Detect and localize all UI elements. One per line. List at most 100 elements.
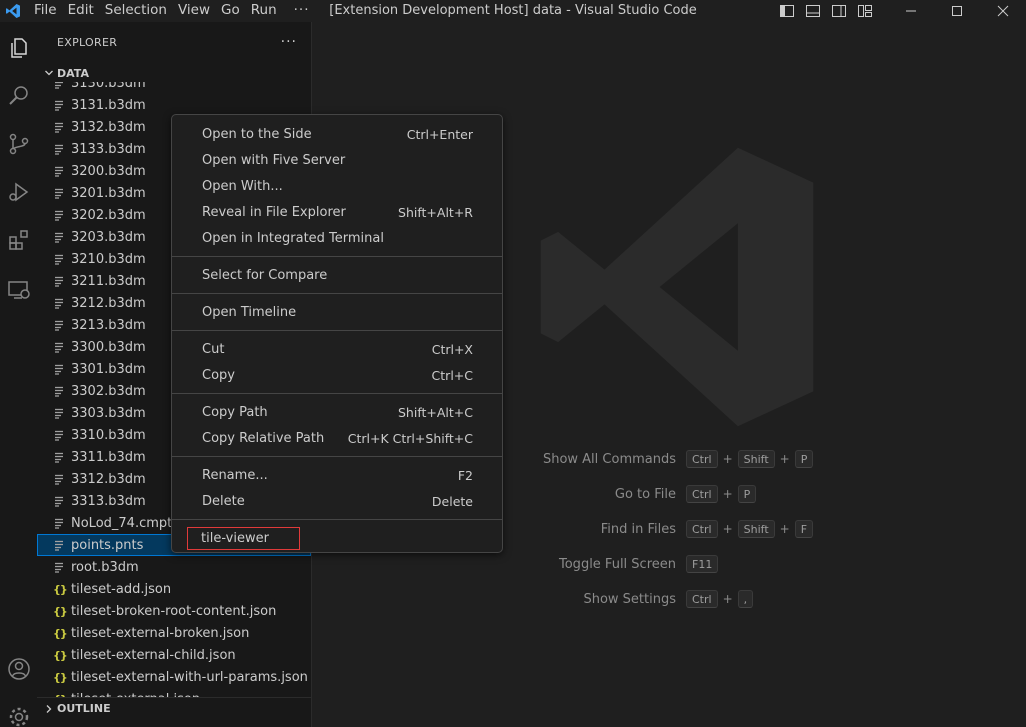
file-icon [53,297,71,309]
file-name: 3210.b3dm [71,251,146,267]
file-icon [53,561,71,573]
manage-gear-icon[interactable] [0,697,37,727]
file-tree-item[interactable]: {} tileset-add.json [37,578,311,600]
file-name: points.pnts [71,537,144,553]
file-name: 3130.b3dm [71,82,146,91]
keycap: , [737,590,754,608]
context-menu: Open to the Side Ctrl+Enter Open with Five… [171,114,503,553]
more-actions-icon[interactable]: ··· [281,34,297,50]
menu-item-label: Select for Compare [202,267,328,283]
outline-section-header[interactable]: OUTLINE [37,697,311,719]
menu-separator [172,393,502,394]
menu-view[interactable]: View [174,0,214,22]
menu-item-label: Rename... [202,467,268,483]
menu-run[interactable]: Run [247,0,281,22]
remote-explorer-icon[interactable] [0,270,37,310]
shortcut-hint-show-settings: Show Settings Ctrl +, [312,588,1026,612]
menu-item-open-with-five-server[interactable]: Open with Five Server [172,147,502,173]
key-plus: + [779,522,790,536]
source-control-icon[interactable] [0,124,37,164]
shortcut-label: Find in Files [600,522,676,537]
key-plus: + [722,487,733,501]
menu-item-label: Copy [202,367,235,383]
menu-item-cut[interactable]: Cut Ctrl+X [172,336,502,362]
menu-item-label: Open in Integrated Terminal [202,230,384,246]
menu-selection[interactable]: Selection [101,0,171,22]
search-icon[interactable] [0,76,37,116]
file-name: 3201.b3dm [71,185,146,201]
menu-item-select-for-compare[interactable]: Select for Compare [172,262,502,288]
menu-item-delete[interactable]: Delete Delete [172,488,502,514]
file-icon [53,451,71,463]
toggle-secondary-sidebar-icon[interactable] [826,0,852,22]
menu-item-label: Open to the Side [202,126,312,142]
menu-item-copy-path[interactable]: Copy Path Shift+Alt+C [172,399,502,425]
menu-file[interactable]: File [30,0,61,22]
accounts-icon[interactable] [0,649,37,689]
folder-section-header[interactable]: DATA [37,62,311,84]
menu-separator [172,519,502,520]
menu-item-open-to-the-side[interactable]: Open to the Side Ctrl+Enter [172,121,502,147]
file-name: 3213.b3dm [71,317,146,333]
menu-more[interactable]: ··· [284,0,320,22]
vscode-watermark-logo-icon [532,142,822,436]
folder-name: DATA [57,66,89,80]
sidebar-header: EXPLORER ··· [37,22,311,62]
shortcut-label: Go to File [614,487,676,502]
maximize-icon[interactable] [934,0,980,22]
file-icon [53,385,71,397]
menu-go[interactable]: Go [217,0,244,22]
file-tree-item[interactable]: 3131.b3dm [37,94,311,116]
file-icon [53,99,71,111]
customize-layout-icon[interactable] [852,0,878,22]
title-bar: File Edit Selection View Go Run ··· [Extension… [0,0,1026,22]
file-name: root.b3dm [71,559,139,575]
menu-item-shortcut: Ctrl+K Ctrl+Shift+C [347,430,473,446]
file-icon [53,429,71,441]
file-name: 3310.b3dm [71,427,146,443]
file-name: tileset-external-broken.json [71,625,250,641]
toggle-primary-sidebar-icon[interactable] [774,0,800,22]
menu-separator [172,456,502,457]
file-tree-item[interactable]: 3130.b3dm [37,82,311,94]
close-icon[interactable] [980,0,1026,22]
file-tree-item[interactable]: root.b3dm [37,556,311,578]
minimize-icon[interactable] [888,0,934,22]
file-name: 3211.b3dm [71,273,146,289]
extensions-icon[interactable] [0,220,37,260]
run-debug-icon[interactable] [0,172,37,212]
key-plus: + [722,592,733,606]
menu-item-rename[interactable]: Rename... F2 [172,462,502,488]
file-tree-item[interactable]: {} tileset-external-with-url-params.json [37,666,311,688]
menu-edit[interactable]: Edit [64,0,98,22]
file-tree-item[interactable]: {} tileset-external-broken.json [37,622,311,644]
menu-item-open-with[interactable]: Open With... [172,173,502,199]
file-name: 3301.b3dm [71,361,146,377]
menu-item-label: Open with Five Server [202,152,346,168]
menu-item-copy[interactable]: Copy Ctrl+C [172,362,502,388]
file-icon [53,275,71,287]
keycap: Ctrl [686,520,718,538]
file-icon [53,539,71,551]
menu-item-shortcut: Ctrl+X [431,341,473,357]
json-file-icon: {} [53,626,68,640]
keycap: P [794,450,814,468]
menu-item-reveal-in-file-explorer[interactable]: Reveal in File Explorer Shift+Alt+R [172,199,502,225]
file-name: tileset-broken-root-content.json [71,603,277,619]
json-file-icon: {} [53,582,68,596]
toggle-panel-icon[interactable] [800,0,826,22]
file-tree-item[interactable]: {} tileset-external-child.json [37,644,311,666]
menu-item-open-timeline[interactable]: Open Timeline [172,299,502,325]
file-name: 3312.b3dm [71,471,146,487]
shortcut-keys: Ctrl + Shift + F [686,520,814,538]
menu-item-open-in-integrated-terminal[interactable]: Open in Integrated Terminal [172,225,502,251]
file-tree-item[interactable]: {} tileset-broken-root-content.json [37,600,311,622]
file-icon [53,341,71,353]
file-tree-item[interactable]: {}tileset-external.json [37,688,311,698]
menu-item-tile-viewer[interactable]: tile-viewer [172,525,502,551]
file-icon [53,517,71,529]
explorer-icon[interactable] [0,28,37,68]
menu-item-copy-relative-path[interactable]: Copy Relative Path Ctrl+K Ctrl+Shift+C [172,425,502,451]
menu-separator [172,256,502,257]
json-file-icon: {} [53,604,68,618]
